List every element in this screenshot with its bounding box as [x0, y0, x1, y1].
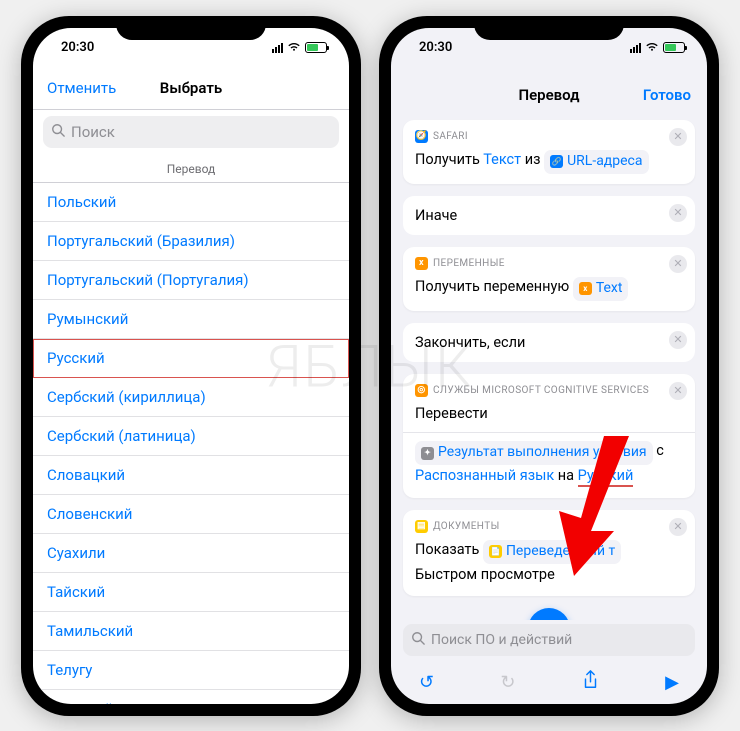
notch: [474, 16, 624, 40]
search-input[interactable]: Поиск: [43, 116, 339, 148]
action-else[interactable]: ✕ Иначе: [403, 196, 695, 235]
cognitive-icon: ◎: [415, 384, 428, 397]
text: Быстром просмотре: [415, 564, 683, 586]
battery-icon: [663, 42, 685, 53]
chip-if-result[interactable]: ✦Результат выполнения условия: [415, 441, 653, 465]
search-placeholder: Поиск: [71, 123, 115, 141]
chip-text[interactable]: xText: [573, 277, 629, 301]
variable-icon: x: [579, 282, 592, 295]
close-icon[interactable]: ✕: [669, 331, 687, 349]
action-documents[interactable]: ✕ ▤ ДОКУМЕНТЫ Показать 📄Переведенный т Бы…: [403, 510, 695, 597]
search-icon: [51, 123, 65, 141]
card-header-label: ДОКУМЕНТЫ: [433, 521, 500, 532]
search-icon: [411, 631, 425, 649]
battery-icon: [305, 42, 327, 53]
close-icon[interactable]: ✕: [669, 255, 687, 273]
phone-right: 20:30 Перевод Готово ✕ 🧭 SAFARI Получить …: [379, 16, 719, 716]
text: Получить переменную: [415, 278, 569, 295]
status-time: 20:30: [61, 40, 94, 55]
play-button[interactable]: ▶: [665, 672, 679, 693]
card-header-label: SAFARI: [433, 131, 468, 142]
language-list[interactable]: Польский Португальский (Бразилия) Португ…: [33, 183, 349, 704]
action-translate[interactable]: ✕ ◎ СЛУЖБЫ MICROSOFT COGNITIVE SERVICES П…: [403, 374, 695, 498]
status-time: 20:30: [419, 40, 452, 55]
list-item[interactable]: Суахили: [33, 534, 349, 573]
notch: [116, 16, 266, 40]
list-item[interactable]: Сербский (кириллица): [33, 378, 349, 417]
documents-icon: ▤: [415, 520, 428, 533]
list-item[interactable]: Португальский (Бразилия): [33, 222, 349, 261]
list-item[interactable]: Румынский: [33, 300, 349, 339]
undo-button[interactable]: ↺: [419, 672, 434, 693]
chip-url[interactable]: 🔗URL-адреса: [544, 150, 648, 174]
list-item[interactable]: Телугу: [33, 651, 349, 690]
navbar: Отменить Выбрать: [33, 68, 349, 110]
token-target-lang[interactable]: Русский: [578, 467, 634, 487]
text: Иначе: [415, 207, 457, 224]
phone-left: 20:30 Отменить Выбрать Поиск Перевод Пол…: [21, 16, 361, 716]
close-icon[interactable]: ✕: [669, 382, 687, 400]
safari-icon: 🧭: [415, 130, 428, 143]
action-variables[interactable]: ✕ x ПЕРЕМЕННЫЕ Получить переменную xText: [403, 247, 695, 311]
bottom-toolbar: ↺ ↻ ▶: [391, 662, 707, 704]
navbar: Перевод Готово: [391, 74, 707, 116]
wifi-icon: [645, 41, 659, 55]
list-item[interactable]: Словенский: [33, 495, 349, 534]
magic-icon: ✦: [421, 447, 434, 460]
redo-button[interactable]: ↻: [500, 672, 515, 693]
token-text[interactable]: Текст: [483, 151, 521, 168]
list-item[interactable]: Турецкий: [33, 690, 349, 704]
link-icon: 🔗: [550, 155, 563, 168]
variable-icon: x: [415, 257, 428, 270]
chip-translated[interactable]: 📄Переведенный т: [483, 540, 621, 564]
action-safari[interactable]: ✕ 🧭 SAFARI Получить Текст из 🔗URL-адреса: [403, 120, 695, 184]
action-endif[interactable]: ✕ Закончить, если: [403, 323, 695, 362]
wifi-icon: [287, 41, 301, 55]
close-icon[interactable]: ✕: [669, 518, 687, 536]
text: с: [656, 442, 664, 459]
text: Перевести: [415, 403, 683, 425]
close-icon[interactable]: ✕: [669, 204, 687, 222]
token-detected-lang[interactable]: Распознанный язык: [415, 467, 554, 484]
nav-title: Перевод: [518, 86, 579, 104]
list-item-russian[interactable]: Русский: [33, 339, 349, 378]
signal-icon: [630, 43, 641, 53]
text: Показать: [415, 541, 479, 558]
text: на: [558, 467, 574, 484]
close-icon[interactable]: ✕: [669, 128, 687, 146]
cancel-button[interactable]: Отменить: [47, 79, 116, 97]
signal-icon: [272, 43, 283, 53]
card-header-label: СЛУЖБЫ MICROSOFT COGNITIVE SERVICES: [433, 385, 649, 396]
card-header-label: ПЕРЕМЕННЫЕ: [433, 258, 505, 269]
done-button[interactable]: Готово: [643, 86, 691, 104]
list-item[interactable]: Сербский (латиница): [33, 417, 349, 456]
list-item[interactable]: Тайский: [33, 573, 349, 612]
section-header: Перевод: [33, 154, 349, 183]
text: из: [525, 151, 541, 168]
doc-icon: 📄: [489, 545, 502, 558]
search-placeholder: Поиск ПО и действий: [431, 632, 572, 648]
add-action-button[interactable]: ＋: [528, 608, 570, 619]
list-item[interactable]: Словацкий: [33, 456, 349, 495]
list-item[interactable]: Португальский (Португалия): [33, 261, 349, 300]
search-actions-input[interactable]: Поиск ПО и действий: [403, 624, 695, 656]
text: Получить: [415, 151, 480, 168]
share-button[interactable]: [582, 670, 599, 695]
list-item[interactable]: Польский: [33, 183, 349, 222]
text: Закончить, если: [415, 334, 525, 351]
list-item[interactable]: Тамильский: [33, 612, 349, 651]
nav-title: Выбрать: [160, 79, 222, 97]
